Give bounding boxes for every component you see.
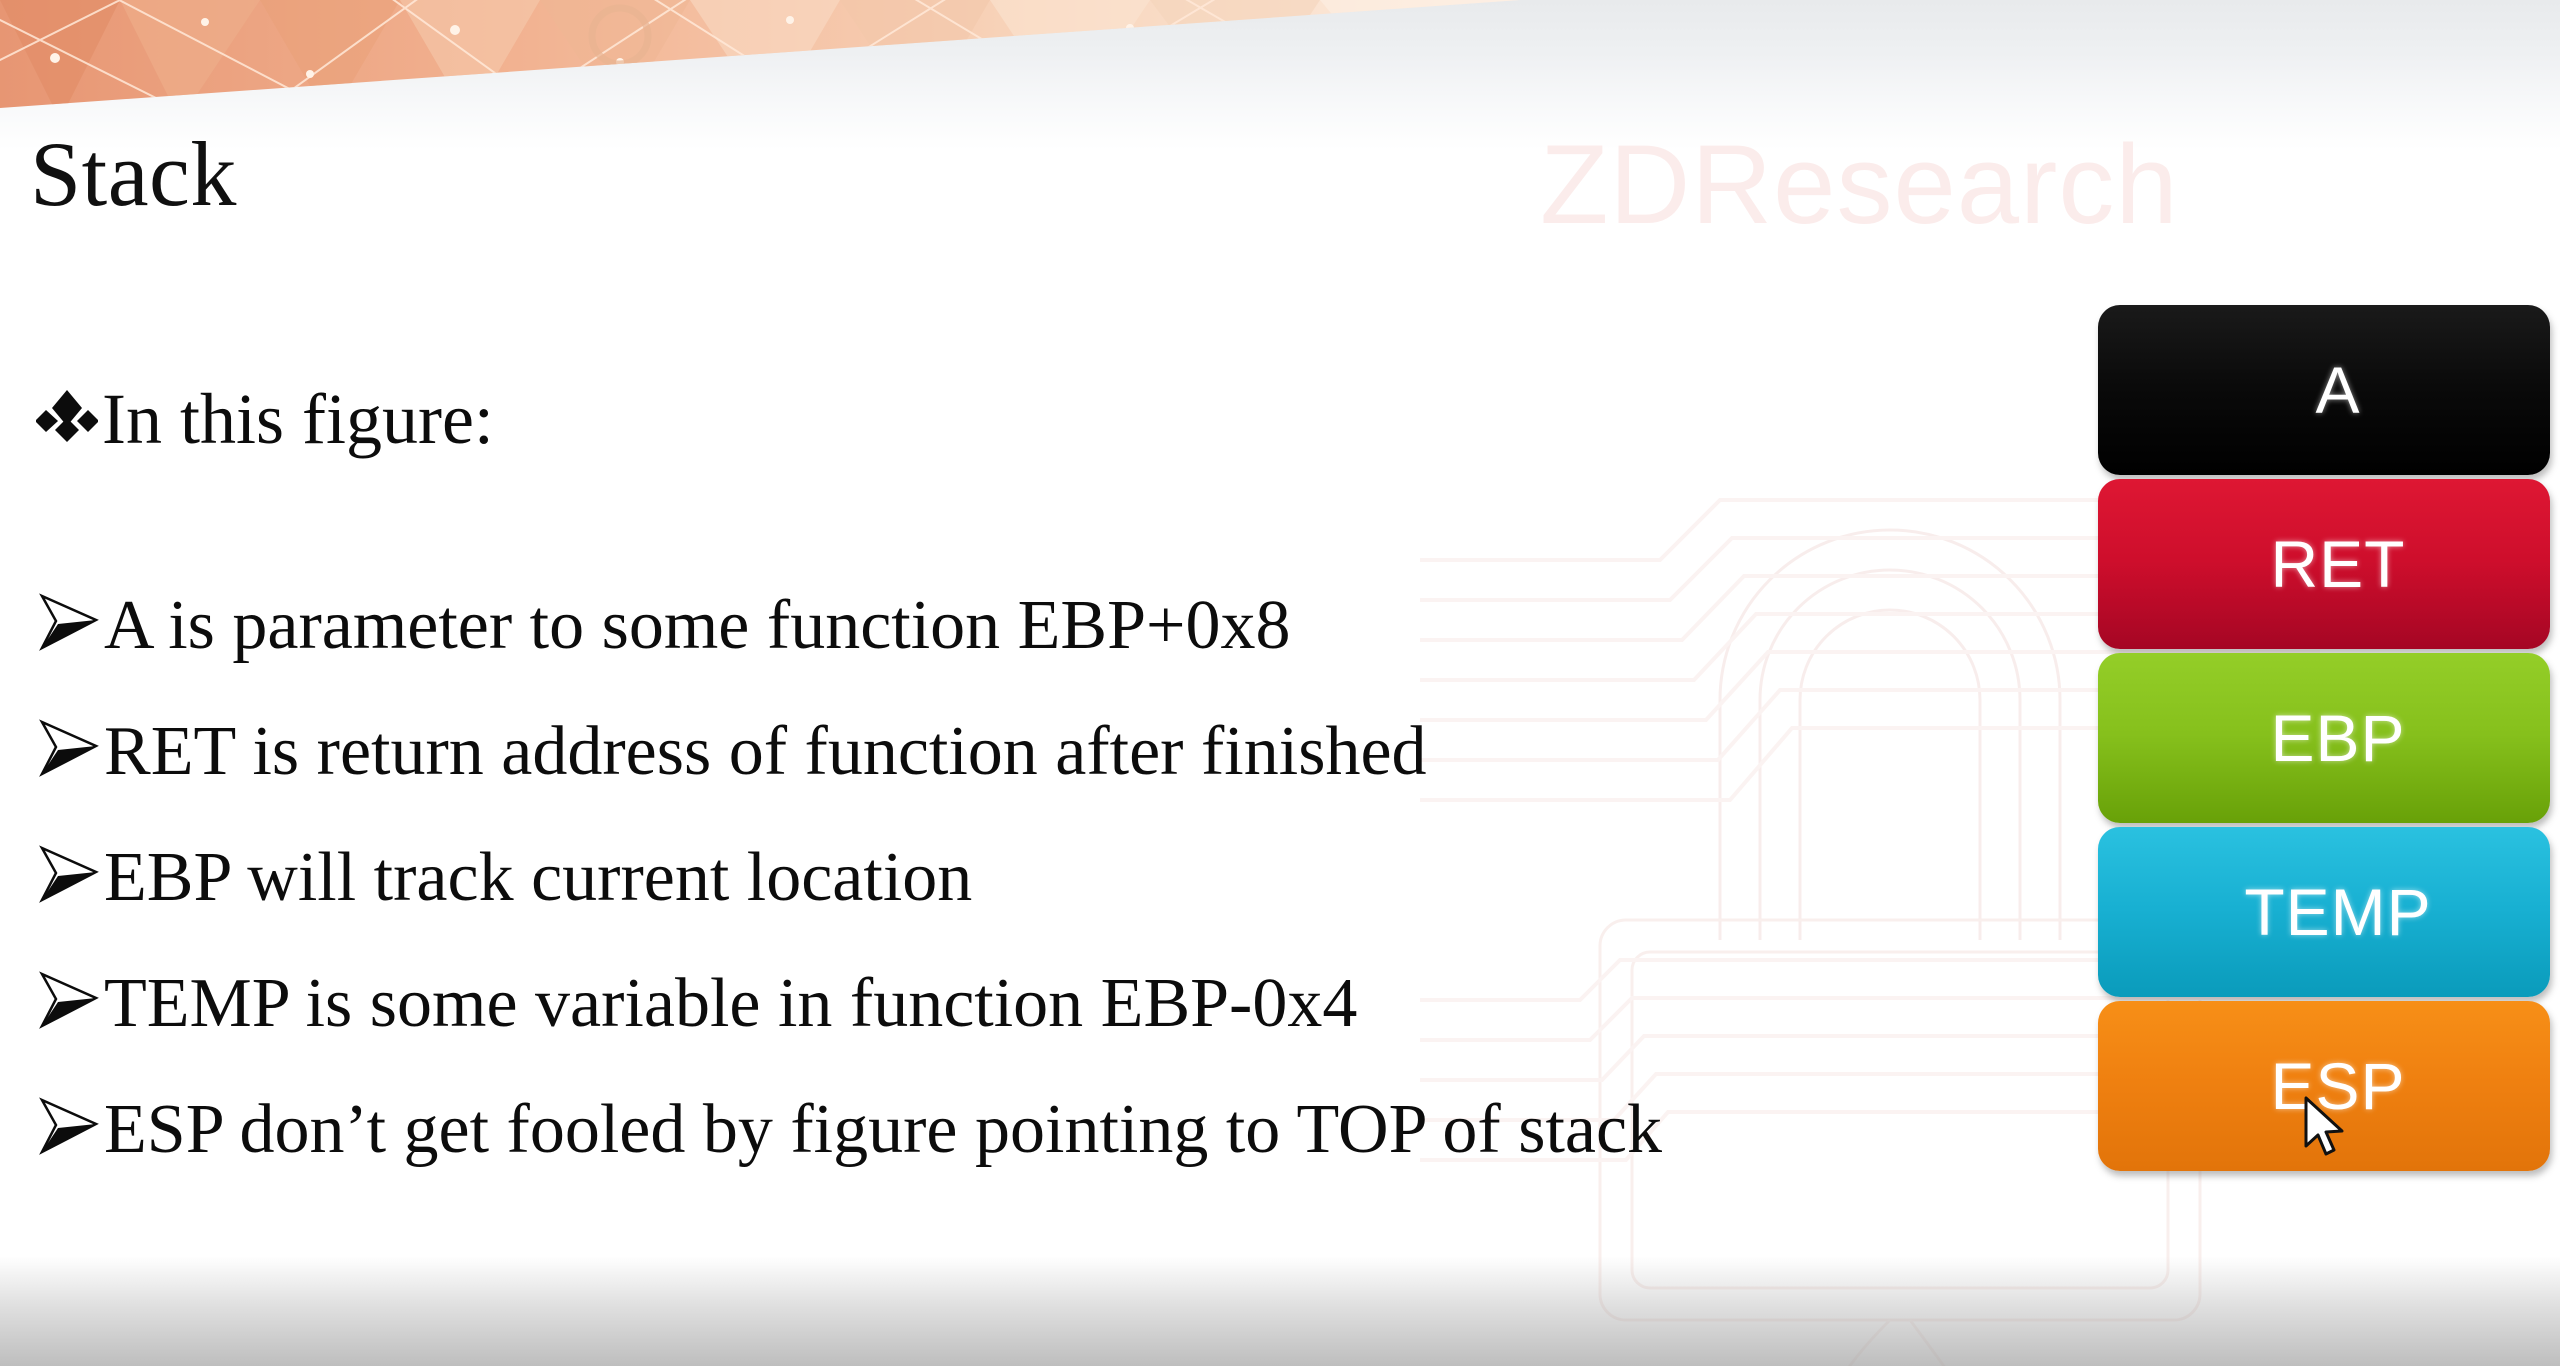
stack-block-a[interactable]: A bbox=[2098, 305, 2550, 475]
diamond-cluster-icon bbox=[35, 388, 102, 466]
slide-body: In this figure: A is parameter to some f… bbox=[0, 380, 2110, 1306]
stack-block-label: ESP bbox=[2270, 1049, 2406, 1123]
list-item-label: TEMP is some variable in function EBP-0x… bbox=[104, 965, 1358, 1042]
arrow-head-icon bbox=[36, 1094, 104, 1166]
page-title: Stack bbox=[30, 123, 237, 225]
list-item: RET is return address of function after … bbox=[36, 702, 2110, 802]
list-item: EBP will track current location bbox=[36, 828, 2110, 928]
stack-block-label: RET bbox=[2270, 527, 2406, 601]
stack-block-esp[interactable]: ESP bbox=[2098, 1001, 2550, 1171]
arrow-head-icon bbox=[36, 842, 104, 914]
stack-block-label: TEMP bbox=[2244, 875, 2432, 949]
arrow-head-icon bbox=[36, 590, 104, 662]
list-item: A is parameter to some function EBP+0x8 bbox=[36, 576, 2110, 676]
list-item: TEMP is some variable in function EBP-0x… bbox=[36, 954, 2110, 1054]
stack-block-label: EBP bbox=[2270, 701, 2406, 775]
stack-block-temp[interactable]: TEMP bbox=[2098, 827, 2550, 997]
list-item-label: In this figure: bbox=[102, 379, 494, 459]
arrow-head-icon bbox=[36, 716, 104, 788]
list-item-label: EBP will track current location bbox=[104, 839, 973, 916]
list-item: In this figure: bbox=[35, 379, 2110, 459]
header-banner bbox=[0, 0, 2560, 120]
presentation-slide: Stack ZDResearch In this figure: A is pa… bbox=[0, 0, 2560, 1366]
stack-diagram: A RET EBP TEMP ESP bbox=[2098, 305, 2550, 1175]
list-item: ESP don’t get fooled by figure pointing … bbox=[36, 1080, 2110, 1280]
arrow-head-icon bbox=[36, 968, 104, 1040]
list-item-label: A is parameter to some function EBP+0x8 bbox=[104, 587, 1291, 664]
list-item-label: RET is return address of function after … bbox=[104, 713, 1427, 790]
stack-block-ebp[interactable]: EBP bbox=[2098, 653, 2550, 823]
stack-block-ret[interactable]: RET bbox=[2098, 479, 2550, 649]
list-item-label: ESP don’t get fooled by figure pointing … bbox=[104, 1091, 1663, 1168]
stack-block-label: A bbox=[2315, 353, 2361, 427]
